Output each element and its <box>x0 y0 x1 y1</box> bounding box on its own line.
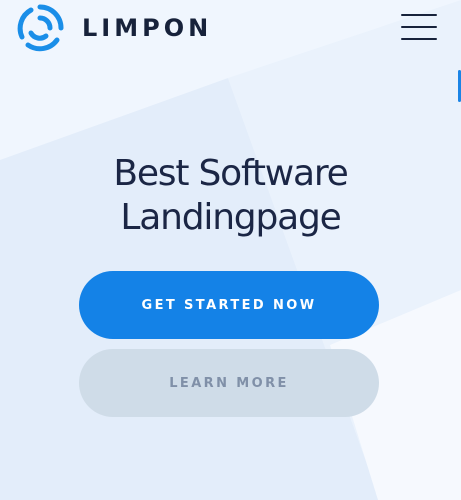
hero-title-line-1: Best Software <box>113 153 348 194</box>
landing-page: LIMPON Best Software Landingpage GET STA… <box>0 0 461 500</box>
background-decoration <box>0 0 461 500</box>
menu-line-middle <box>401 26 437 28</box>
get-started-button[interactable]: GET STARTED NOW <box>79 271 379 339</box>
ring-logo-icon <box>17 4 64 52</box>
menu-line-bottom <box>401 38 437 40</box>
hero-title: Best Software Landingpage <box>0 152 461 240</box>
hamburger-menu-button[interactable] <box>401 14 437 42</box>
brand-name: LIMPON <box>82 14 213 42</box>
hero-title-line-2: Landingpage <box>120 197 341 238</box>
brand-logo[interactable]: LIMPON <box>16 4 212 52</box>
hamburger-menu-icon <box>401 14 437 16</box>
site-header: LIMPON <box>0 0 461 56</box>
learn-more-button[interactable]: LEARN MORE <box>79 349 379 417</box>
